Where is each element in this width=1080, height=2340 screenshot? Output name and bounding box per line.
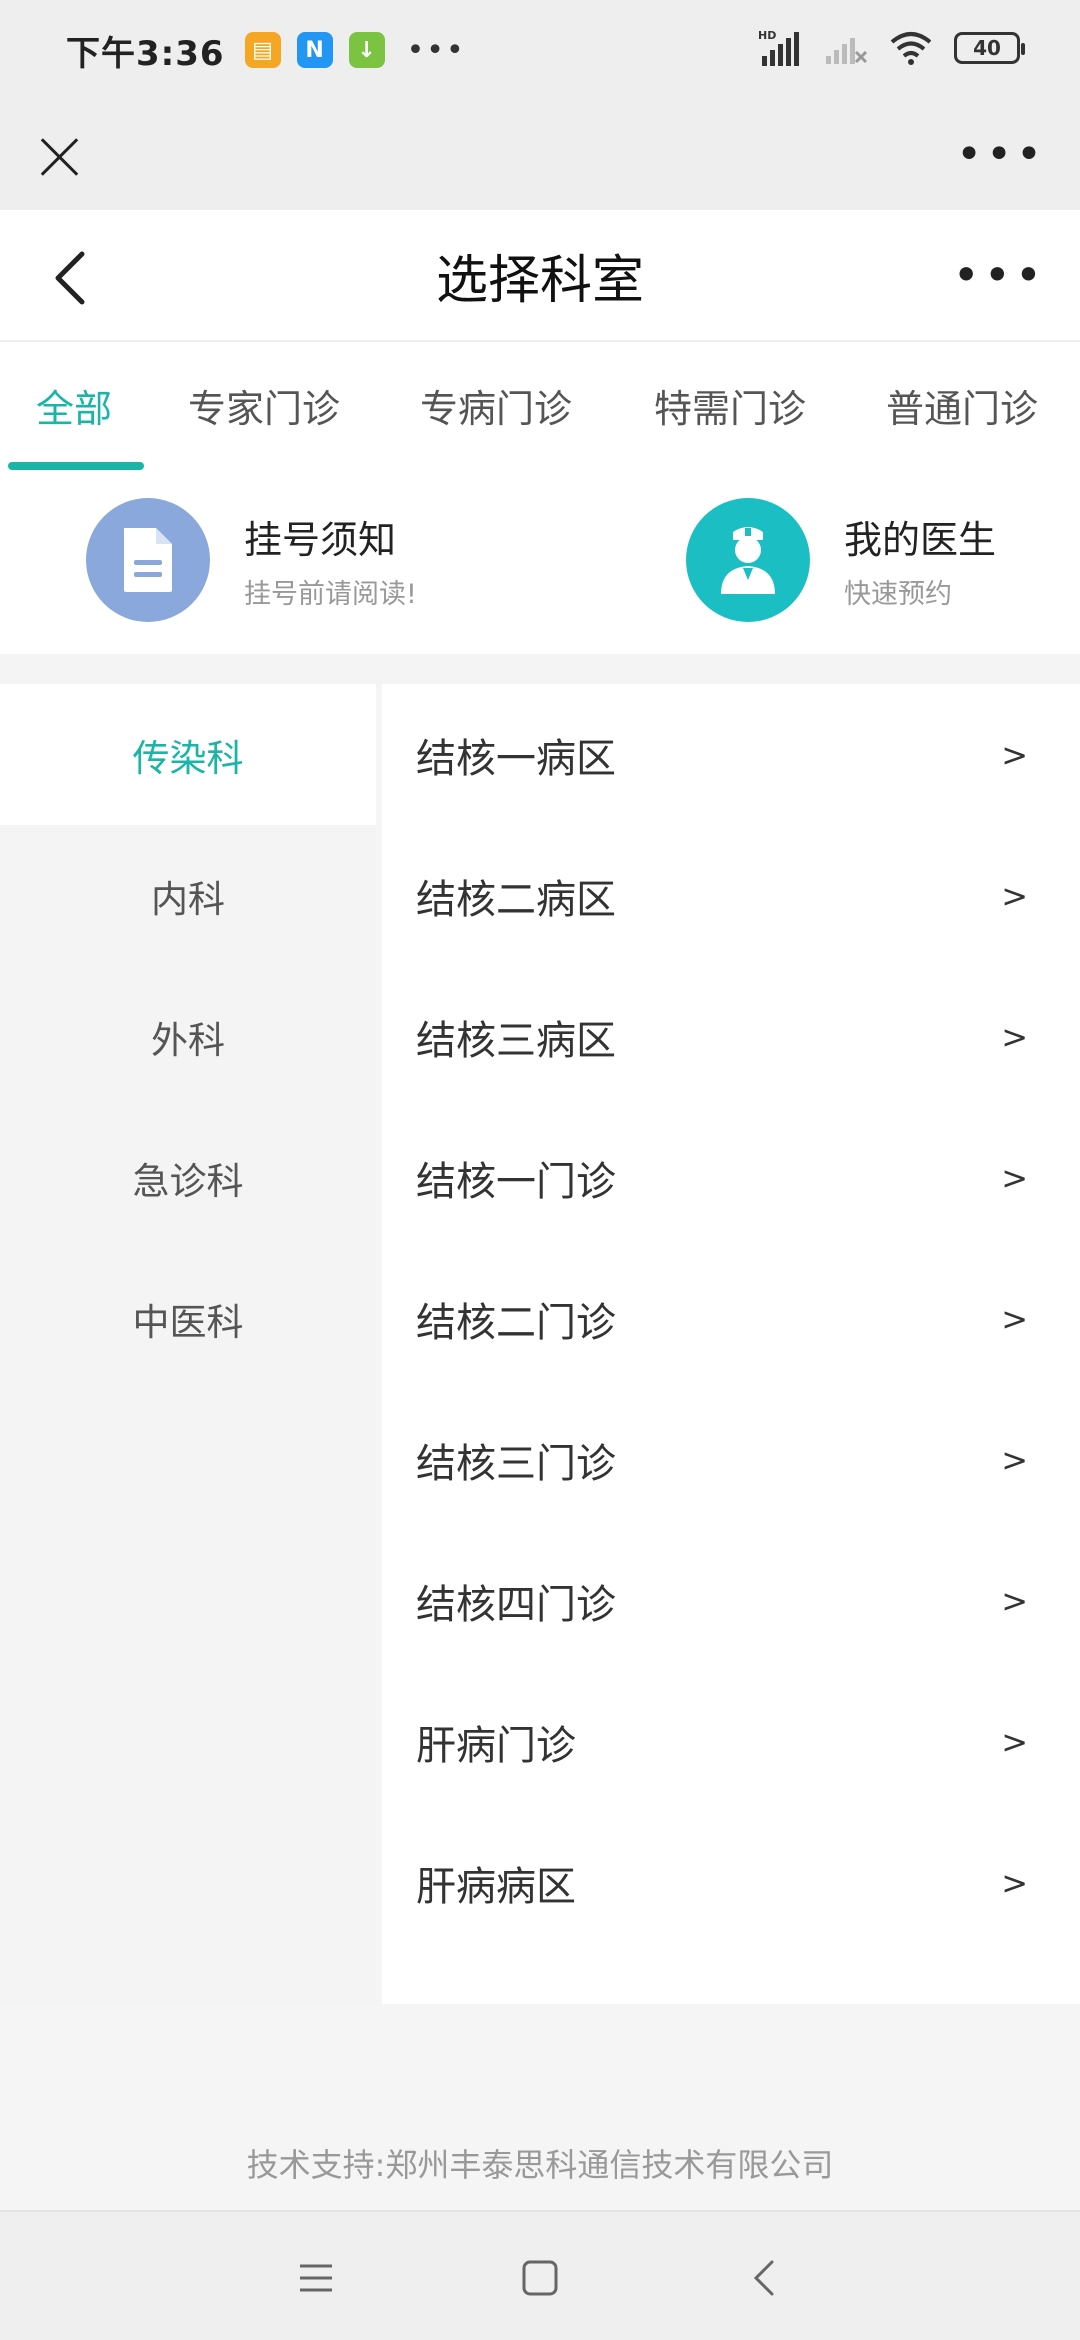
doctor-icon bbox=[686, 498, 810, 622]
info-bar: 挂号须知 挂号前请阅读! 我的医生 快速预约 bbox=[0, 470, 1080, 654]
department-item-internal[interactable]: 内科 bbox=[0, 825, 376, 966]
nav-more-button[interactable]: ••• bbox=[953, 248, 1046, 302]
ward-item[interactable]: 结核四门诊 > bbox=[382, 1530, 1080, 1671]
ward-label: 结核三病区 bbox=[416, 1017, 616, 1064]
status-bar: 下午3:36 ▤ N ↓ ••• HD 40 bbox=[0, 0, 1080, 100]
active-tab-indicator bbox=[8, 462, 144, 470]
ward-item[interactable]: 肝病门诊 > bbox=[382, 1671, 1080, 1812]
ward-label: 结核三门诊 bbox=[416, 1440, 616, 1487]
ward-item[interactable]: 肝病病区 > bbox=[382, 1812, 1080, 1953]
signal-weak-icon bbox=[826, 38, 868, 64]
my-doctor-subtitle: 快速预约 bbox=[844, 579, 952, 610]
back-arrow-icon[interactable] bbox=[48, 250, 92, 306]
ward-label: 结核二病区 bbox=[416, 876, 616, 923]
notice-subtitle: 挂号前请阅读! bbox=[244, 579, 417, 610]
chevron-right-icon: > bbox=[1001, 735, 1028, 774]
svg-text:HD: HD bbox=[758, 29, 776, 42]
ward-label: 肝病门诊 bbox=[416, 1722, 576, 1769]
wifi-icon bbox=[890, 32, 932, 65]
status-overflow: ••• bbox=[406, 32, 466, 68]
chevron-right-icon: > bbox=[1001, 1722, 1028, 1761]
my-doctor-title: 我的医生 bbox=[844, 518, 997, 562]
webview-header: ••• bbox=[0, 100, 1080, 210]
chevron-right-icon: > bbox=[1001, 1440, 1028, 1479]
tech-support-footer: 技术支持:郑州丰泰思科通信技术有限公司 bbox=[246, 2146, 834, 2184]
chevron-right-icon: > bbox=[1001, 1581, 1028, 1620]
chevron-right-icon: > bbox=[1001, 1863, 1028, 1902]
status-time: 下午3:36 bbox=[66, 33, 225, 74]
notes-app-icon: ▤ bbox=[244, 32, 281, 68]
menu-icon[interactable] bbox=[292, 2254, 340, 2302]
document-icon bbox=[86, 498, 210, 622]
battery-indicator: 40 bbox=[954, 32, 1025, 64]
department-list: 传染科 内科 外科 急诊科 中医科 bbox=[0, 684, 376, 2004]
ward-item[interactable]: 结核一门诊 > bbox=[382, 1107, 1080, 1248]
chevron-right-icon: > bbox=[1001, 1017, 1028, 1056]
battery-level: 40 bbox=[973, 36, 1001, 60]
section-divider bbox=[0, 654, 1080, 684]
tab-all[interactable]: 全部 bbox=[36, 378, 112, 433]
back-icon[interactable] bbox=[742, 2254, 790, 2302]
system-nav-bar bbox=[0, 2210, 1080, 2340]
home-square-icon[interactable] bbox=[516, 2254, 564, 2302]
department-item-emergency[interactable]: 急诊科 bbox=[0, 1107, 376, 1248]
tab-special-needs-clinic[interactable]: 特需门诊 bbox=[654, 378, 806, 433]
ward-label: 结核二门诊 bbox=[416, 1299, 616, 1346]
department-item-tcm[interactable]: 中医科 bbox=[0, 1248, 376, 1389]
page-navbar: 选择科室 ••• bbox=[0, 210, 1080, 342]
signal-hd-icon: HD bbox=[758, 29, 799, 66]
my-doctor-card[interactable]: 我的医生 快速预约 bbox=[686, 498, 996, 622]
webview-more-button[interactable]: ••• bbox=[956, 133, 1046, 177]
ward-list: 结核一病区 > 结核二病区 > 结核三病区 > 结核一门诊 > 结核二门诊 > … bbox=[382, 684, 1080, 2004]
status-right: HD 40 bbox=[758, 28, 1025, 68]
page-title: 选择科室 bbox=[435, 250, 644, 311]
ward-item[interactable]: 结核一病区 > bbox=[382, 684, 1080, 825]
n-app-icon: N bbox=[296, 32, 333, 68]
ward-item[interactable]: 结核三门诊 > bbox=[382, 1389, 1080, 1530]
department-item-infectious[interactable]: 传染科 bbox=[0, 684, 376, 825]
ward-item[interactable]: 结核三病区 > bbox=[382, 966, 1080, 1107]
department-item-surgery[interactable]: 外科 bbox=[0, 966, 376, 1107]
registration-notice-card[interactable]: 挂号须知 挂号前请阅读! bbox=[86, 498, 417, 622]
screen: 下午3:36 ▤ N ↓ ••• HD 40 ••• 选择科室 ••• 全部 专… bbox=[0, 0, 1080, 2340]
close-icon[interactable] bbox=[34, 130, 84, 180]
tab-specialty-clinic[interactable]: 专病门诊 bbox=[420, 378, 572, 433]
tab-general-clinic[interactable]: 普通门诊 bbox=[886, 378, 1038, 433]
tab-expert-clinic[interactable]: 专家门诊 bbox=[188, 378, 340, 433]
ward-label: 肝病病区 bbox=[416, 1863, 576, 1910]
ward-label: 结核四门诊 bbox=[416, 1581, 616, 1628]
notice-title: 挂号须知 bbox=[244, 518, 397, 562]
ward-label: 结核一病区 bbox=[416, 735, 616, 782]
chevron-right-icon: > bbox=[1001, 876, 1028, 915]
ward-label: 结核一门诊 bbox=[416, 1158, 616, 1205]
clinic-type-tabs: 全部 专家门诊 专病门诊 特需门诊 普通门诊 bbox=[0, 342, 1080, 470]
chevron-right-icon: > bbox=[1001, 1158, 1028, 1197]
status-app-icons: ▤ N ↓ bbox=[244, 32, 385, 68]
ward-item[interactable]: 结核二门诊 > bbox=[382, 1248, 1080, 1389]
chevron-right-icon: > bbox=[1001, 1299, 1028, 1338]
download-app-icon: ↓ bbox=[348, 32, 385, 68]
ward-item[interactable]: 结核二病区 > bbox=[382, 825, 1080, 966]
